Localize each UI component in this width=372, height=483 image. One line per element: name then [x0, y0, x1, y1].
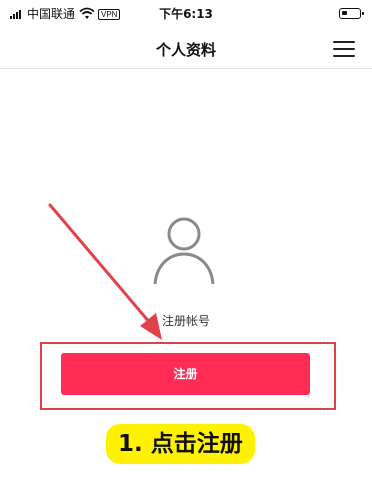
status-time: 下午6:13 — [159, 7, 213, 21]
nav-bar: 个人资料 — [0, 30, 372, 69]
register-account-label: 注册帐号 — [161, 314, 210, 328]
battery-icon — [339, 8, 364, 19]
status-bar: 中国联通 VPN 下午6:13 — [0, 0, 372, 30]
register-button[interactable]: 注册 — [61, 353, 310, 395]
hamburger-menu-icon[interactable] — [333, 40, 355, 58]
page-title: 个人资料 — [155, 41, 216, 59]
annotation-instruction: 1. 点击注册 — [106, 424, 255, 464]
user-avatar-icon — [153, 217, 215, 285]
